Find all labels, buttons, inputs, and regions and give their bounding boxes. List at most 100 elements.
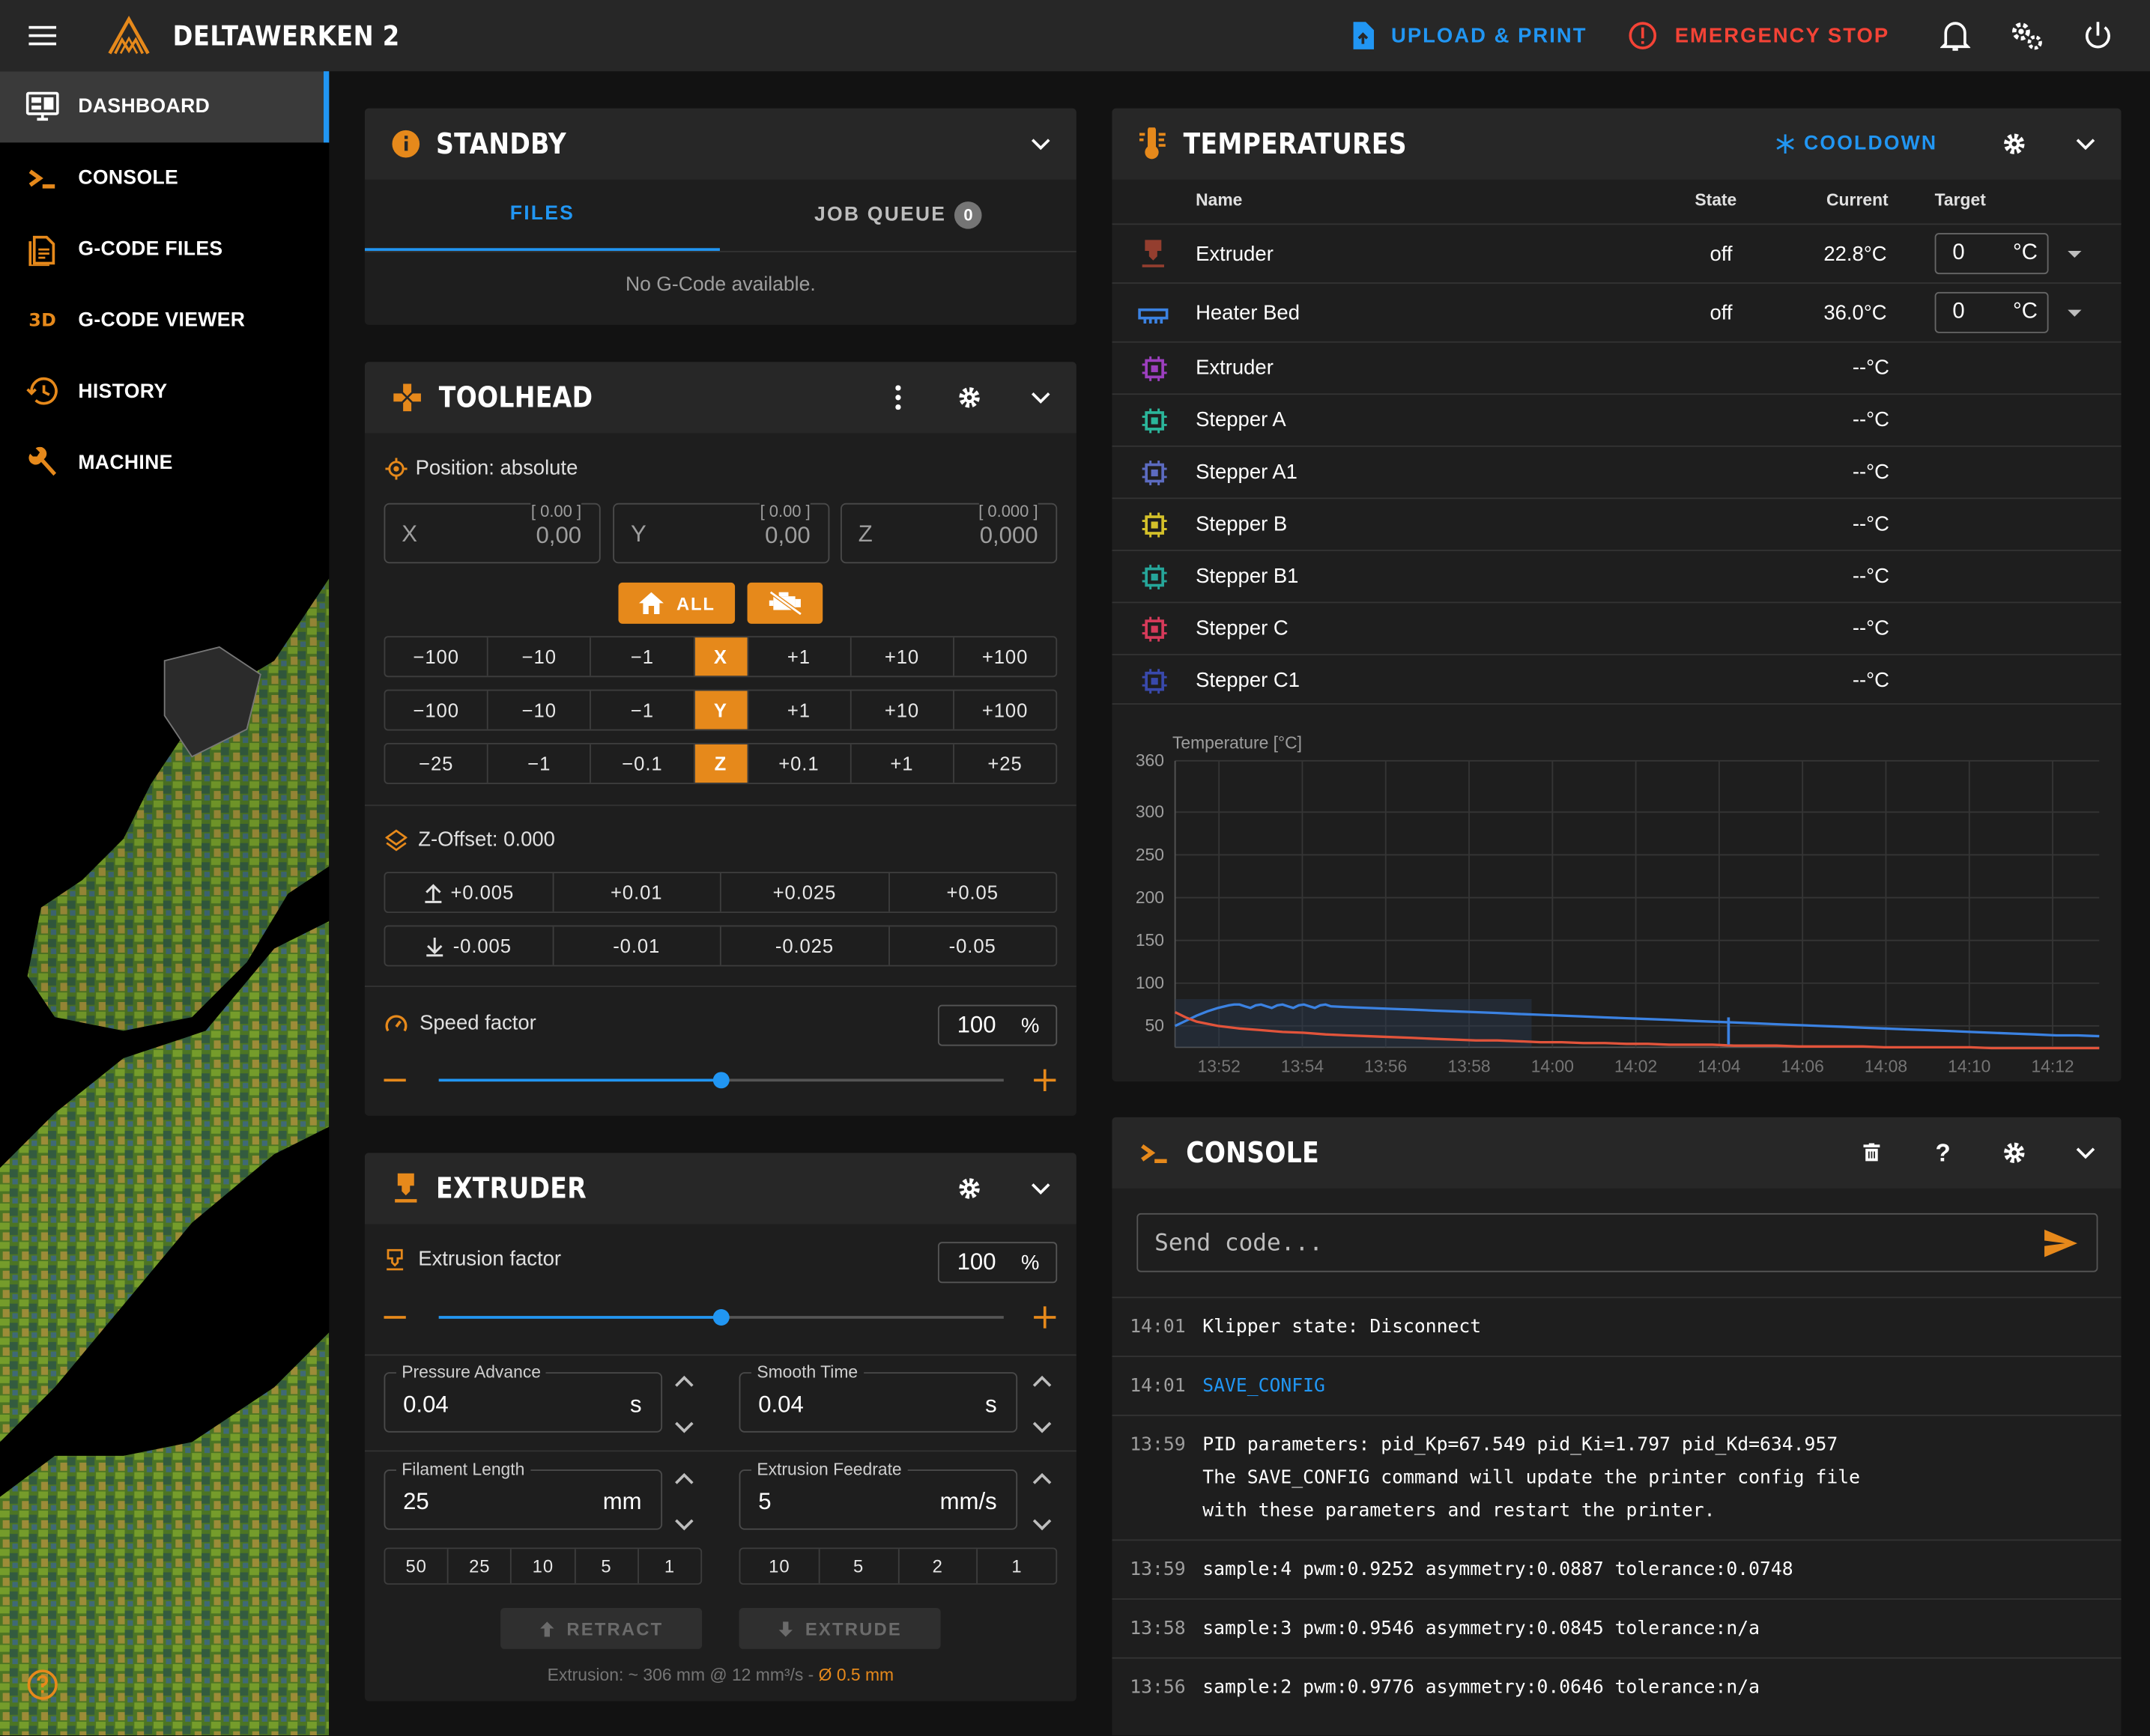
chevron-up-icon[interactable] [1032,1472,1052,1484]
jog-z-neg-button[interactable]: −1 [487,744,590,783]
jog-x-pos-button[interactable]: +10 [850,637,953,676]
preset-button[interactable]: 50 [385,1549,447,1583]
z-offset-down-button[interactable]: -0.05 [888,926,1056,965]
menu-down-icon[interactable] [2066,249,2083,259]
y-position-field[interactable]: Y [ 0.00 ] 0,00 [613,501,830,564]
gear-icon[interactable] [933,386,1005,408]
jog-z-pos-button[interactable]: +1 [850,744,953,783]
preset-button[interactable]: 1 [637,1549,701,1584]
nav-machine[interactable]: MACHINE [0,428,329,499]
chevron-down-icon[interactable] [675,1421,694,1433]
power-icon[interactable] [2062,20,2134,50]
jog-x-neg-button[interactable]: −100 [385,637,487,676]
nav-gcode-files[interactable]: G-CODE FILES [0,214,329,285]
pressure-advance-field[interactable]: Pressure Advance 0.04 s [384,1362,663,1433]
jog-y-pos-button[interactable]: +10 [850,691,953,729]
jog-x-neg-button[interactable]: −1 [590,637,694,676]
speed-decrease-button[interactable] [384,1078,406,1082]
settings-cogs-icon[interactable] [1991,19,2062,52]
gear-icon[interactable] [1978,133,2050,155]
jog-y-pos-button[interactable]: +1 [746,691,850,729]
z-offset-up-button[interactable]: +0.025 [719,872,888,912]
jog-z-neg-button[interactable]: −0.1 [590,744,694,783]
chevron-up-icon[interactable] [675,1472,694,1484]
extrusion-slider-knob[interactable] [712,1308,730,1326]
z-position-field[interactable]: Z [ 0.000 ] 0,000 [841,501,1058,564]
preset-button[interactable]: 1 [976,1549,1056,1584]
chevron-down-icon[interactable] [1005,392,1076,404]
x-position-field[interactable]: X [ 0.00 ] 0,00 [384,501,601,564]
chevron-down-icon[interactable] [1032,1421,1052,1433]
upload-print-button[interactable]: UPLOAD & PRINT [1350,20,1587,50]
emergency-stop-button[interactable]: EMERGENCY STOP [1628,20,1889,50]
extrusion-increase-button[interactable] [1034,1306,1056,1329]
preset-button[interactable]: 10 [510,1549,575,1584]
z-offset-up-button[interactable]: +0.01 [551,872,720,912]
gear-icon[interactable] [933,1177,1005,1199]
extrusion-feedrate-stepper[interactable] [1032,1466,1060,1538]
tab-job-queue[interactable]: JOB QUEUE 0 [720,180,1076,251]
speed-slider-knob[interactable] [712,1072,730,1089]
speed-slider[interactable] [438,1072,1004,1089]
extrusion-feedrate-field[interactable]: Extrusion Feedrate 5 mm/s [739,1460,1018,1530]
trash-icon[interactable] [1836,1143,1907,1163]
extrusion-slider[interactable] [438,1308,1004,1326]
jog-y-neg-button[interactable]: −10 [487,691,590,729]
jog-x-pos-button[interactable]: +1 [746,637,850,676]
chevron-up-icon[interactable] [675,1375,694,1387]
jog-z-pos-button[interactable]: +25 [952,744,1056,783]
speed-increase-button[interactable] [1034,1069,1056,1091]
send-icon[interactable] [2043,1228,2079,1258]
chevron-down-icon[interactable] [1032,1519,1052,1531]
jog-y-neg-button[interactable]: −100 [385,691,487,729]
extrusion-decrease-button[interactable] [384,1316,406,1319]
smooth-time-field[interactable]: Smooth Time 0.04 s [739,1362,1018,1433]
console-input[interactable]: Send code... [1136,1213,2098,1272]
chevron-down-icon[interactable] [2050,1147,2121,1159]
preset-button[interactable]: 5 [818,1549,897,1584]
console-command-link[interactable]: SAVE_CONFIG [1202,1370,1325,1403]
jog-z-neg-button[interactable]: −25 [385,744,487,783]
help-circle-icon[interactable] [26,1669,59,1702]
z-offset-up-button[interactable]: +0.05 [888,872,1056,912]
cooldown-button[interactable]: COOLDOWN [1774,133,1938,155]
preset-button[interactable]: 10 [740,1549,818,1583]
chevron-down-icon[interactable] [1005,138,1076,150]
jog-x-pos-button[interactable]: +100 [952,637,1056,676]
chevron-up-icon[interactable] [1032,1375,1052,1387]
jog-z-pos-button[interactable]: +0.1 [746,744,850,783]
retract-button[interactable]: RETRACT [500,1608,703,1649]
extrude-button[interactable]: EXTRUDE [739,1608,941,1649]
smooth-time-stepper[interactable] [1032,1370,1060,1441]
heater-target-input[interactable]: 0 °C [1934,233,2049,275]
menu-down-icon[interactable] [2066,309,2083,318]
nav-console[interactable]: CONSOLE [0,142,329,213]
z-offset-down-button[interactable]: -0.01 [551,926,720,965]
nav-dashboard[interactable]: DASHBOARD [0,71,330,143]
z-offset-up-button[interactable]: +0.005 [385,873,551,911]
nav-history[interactable]: HISTORY [0,356,329,428]
gear-icon[interactable] [1978,1142,2050,1164]
nozzle-icon[interactable] [1138,238,1168,268]
jog-y-pos-button[interactable]: +100 [952,691,1056,729]
jog-y-neg-button[interactable]: −1 [590,691,694,729]
chevron-down-icon[interactable] [675,1519,694,1531]
motors-off-button[interactable] [747,582,823,624]
more-vertical-icon[interactable] [862,385,933,410]
tab-files[interactable]: FILES [364,180,720,251]
filament-length-stepper[interactable] [675,1466,703,1538]
speed-factor-input[interactable]: 100 % [937,1004,1058,1046]
extrusion-factor-input[interactable]: 100 % [937,1242,1058,1284]
help-icon[interactable]: ? [1907,1138,1978,1167]
nav-gcode-viewer[interactable]: 3D G-CODE VIEWER [0,285,329,356]
z-offset-down-button[interactable]: -0.025 [719,926,888,965]
jog-x-neg-button[interactable]: −10 [487,637,590,676]
menu-icon[interactable] [28,25,57,46]
preset-button[interactable]: 5 [574,1549,638,1584]
preset-button[interactable]: 25 [447,1549,511,1584]
bell-icon[interactable] [1920,19,1991,52]
chevron-down-icon[interactable] [1005,1183,1076,1195]
preset-button[interactable]: 2 [897,1549,977,1584]
pressure-advance-stepper[interactable] [675,1370,703,1441]
z-offset-down-button[interactable]: -0.005 [385,926,551,965]
